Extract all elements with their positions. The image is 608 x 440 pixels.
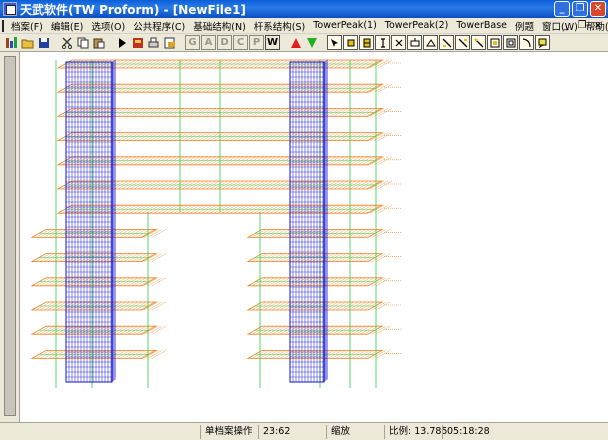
maximize-button[interactable]: ❐ [572,1,588,17]
status-bar: 单档案操作 23:62 缩放 比例: 13.785 05:18:28 [0,422,608,440]
menu-examples[interactable]: 例题 [511,19,538,33]
g-button[interactable]: G [185,35,200,50]
up-arrow-icon[interactable] [288,35,303,50]
close-button[interactable]: ✕ [590,1,606,17]
mdi-minimize-button[interactable]: _ [560,20,572,31]
copy-icon[interactable] [75,35,90,50]
window-title: 天武软件(TW Proform) - [NewFile1] [20,2,246,17]
delete-tool-icon[interactable] [391,35,406,50]
menu-bar: 档案(F) 编辑(E) 选项(O) 公共程序(C) 基础结构(N) 杆系结构(S… [0,18,608,34]
status-coords: 23:62 [258,425,290,439]
document-icon[interactable] [2,19,4,32]
w-button[interactable]: W [265,35,280,50]
down-arrow-icon[interactable] [304,35,319,50]
d-button[interactable]: D [217,35,232,50]
mdi-close-button[interactable]: × [592,20,604,31]
member-tool-icon[interactable] [359,35,374,50]
menu-frame[interactable]: 杆系结构(S) [250,19,309,33]
p-button[interactable]: P [249,35,264,50]
left-panel[interactable] [0,52,20,422]
preview-icon[interactable] [162,35,177,50]
window-controls: _ ❐ ✕ [554,1,606,17]
curve-tool-icon[interactable] [519,35,534,50]
mdi-restore-button[interactable]: ❐ [576,20,588,31]
menu-options[interactable]: 选项(O) [87,19,129,33]
paste-icon[interactable] [91,35,106,50]
support-tool-icon[interactable] [423,35,438,50]
menu-edit[interactable]: 编辑(E) [47,19,87,33]
app-icon[interactable] [3,2,17,16]
print-icon[interactable] [146,35,161,50]
slab-grid-line [375,326,391,335]
slab-grid-line [147,326,163,335]
column-tool-icon[interactable] [375,35,390,50]
slab-grid-line [147,229,163,238]
slab-grid-line [147,277,163,286]
slope-tool-icon[interactable] [471,35,486,50]
select-tool-icon[interactable] [327,35,342,50]
slab-grid-line [147,253,163,262]
note-tool-icon[interactable] [535,35,550,50]
run-icon[interactable] [114,35,129,50]
menu-foundation[interactable]: 基础结构(N) [189,19,250,33]
status-scale-label: 比例: [389,426,412,437]
panel-tool-icon[interactable] [503,35,518,50]
c-button[interactable]: C [233,35,248,50]
load-tool-icon[interactable] [407,35,422,50]
menu-towerbase[interactable]: TowerBase [452,20,511,31]
menu-file[interactable]: 档案(F) [7,19,47,33]
status-scale: 比例: 13.785 [384,425,447,439]
slab-grid-line [375,350,391,359]
slab-grid-line [375,301,391,311]
mdi-controls: _ ❐ × [560,20,604,31]
a-button[interactable]: A [201,35,216,50]
menu-towerpeak-2[interactable]: TowerPeak(2) [381,20,453,31]
brace-tool-icon[interactable] [455,35,470,50]
title-bar: 天武软件(TW Proform) - [NewFile1] _ ❐ ✕ [0,0,608,18]
menu-towerpeak-1[interactable]: TowerPeak(1) [309,20,381,31]
open-folder-icon[interactable] [20,35,35,50]
status-action: 缩放 [326,425,350,439]
node-tool-icon[interactable] [343,35,358,50]
slab-grid-line [147,301,163,311]
toolbar: G A D C P W [0,34,608,52]
slab-grid-line [375,253,391,262]
diagonal-tool-icon[interactable] [439,35,454,50]
status-mode: 单档案操作 [200,425,253,439]
compile-icon[interactable] [130,35,145,50]
status-time: 05:18:28 [442,425,490,439]
structure-icon[interactable] [4,35,19,50]
save-icon[interactable] [36,35,51,50]
slab-grid-line [375,277,391,286]
structure-drawing[interactable] [20,52,608,422]
grid-tool-icon[interactable] [487,35,502,50]
slab-grid-line [147,350,163,359]
cut-icon[interactable] [59,35,74,50]
slab-grid-line [375,229,391,238]
menu-common[interactable]: 公共程序(C) [129,19,189,33]
minimize-button[interactable]: _ [554,1,570,17]
